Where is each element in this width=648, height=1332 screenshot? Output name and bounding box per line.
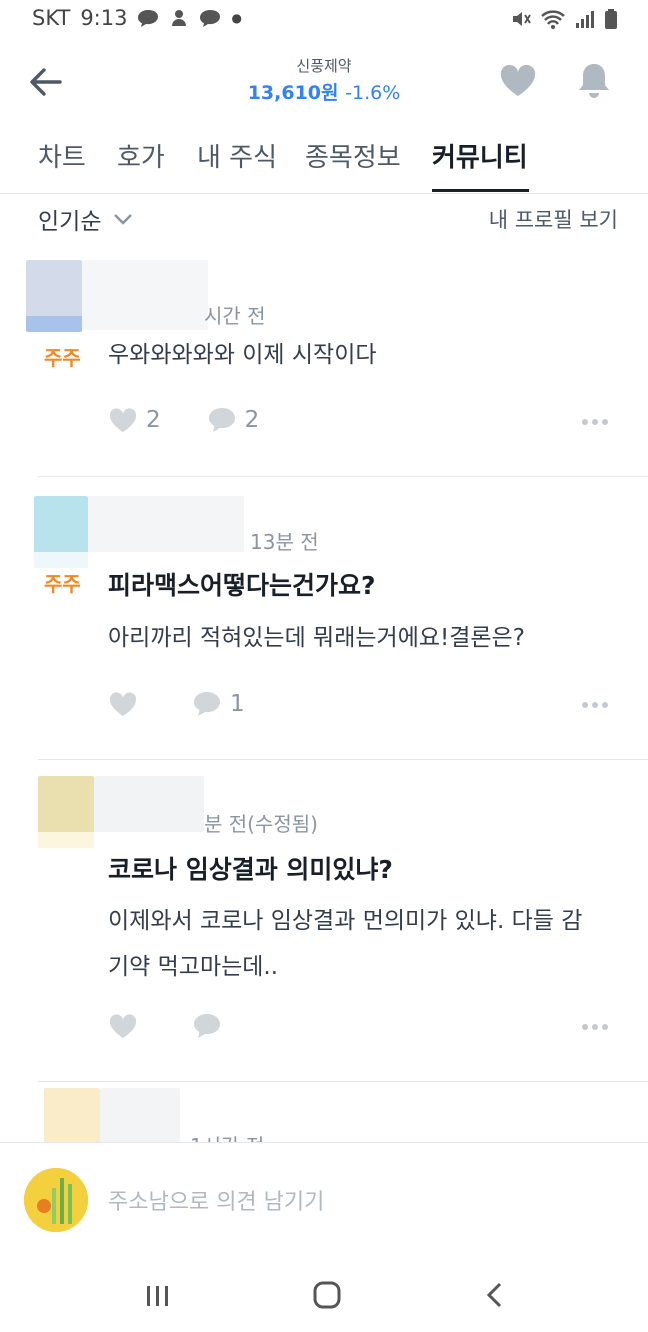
author-avatar [38, 776, 94, 848]
post-item[interactable]: 분 전(수정됨) 코로나 임상결과 의미있냐? 이제와서 코로나 임상결과 먼의… [0, 776, 648, 1082]
clock: 9:13 [80, 6, 128, 30]
heart-icon [109, 692, 137, 716]
heart-icon [500, 64, 536, 96]
post-divider [38, 1081, 648, 1082]
post-item[interactable]: 시간 전 주주 우와와와와와 이제 시작이다 2 2 [0, 258, 648, 477]
tab-chart[interactable]: 차트 [38, 137, 86, 174]
status-left: SKT 9:13 ● [32, 6, 242, 30]
post-actions: 2 2 [108, 406, 305, 434]
sort-dropdown[interactable]: 인기순 [38, 202, 133, 236]
wifi-icon [541, 10, 565, 29]
like-button[interactable] [108, 1012, 146, 1040]
post-item[interactable]: 13분 전 주주 피라맥스어떻다는건가요? 아리까리 적혀있는데 뭐래는거에요!… [0, 496, 648, 760]
tab-orderbook[interactable]: 호가 [117, 137, 165, 174]
mute-icon [513, 12, 531, 26]
tab-bar: 차트 호가 내 주식 종목정보 커뮤니티 [0, 125, 648, 194]
like-count: 2 [146, 407, 161, 433]
post-divider [38, 759, 648, 760]
home-icon[interactable] [312, 1280, 342, 1310]
bell-icon [579, 64, 609, 98]
comment-bubble-icon [208, 408, 235, 432]
active-tab-indicator [432, 189, 529, 192]
system-nav-bar [0, 1262, 648, 1332]
tab-community[interactable]: 커뮤니티 [432, 137, 528, 174]
stock-price-line: 13,610원 -1.6% [0, 78, 648, 105]
chevron-down-icon [114, 214, 133, 225]
post-body: 아리까리 적혀있는데 뭐래는거에요!결론은? [108, 625, 525, 651]
like-button[interactable] [108, 690, 146, 718]
post-title: 피라맥스어떻다는건가요? [108, 571, 376, 600]
my-avatar [24, 1168, 88, 1232]
heart-icon [109, 1014, 137, 1038]
author-avatar [34, 496, 88, 568]
comment-bubble-icon [194, 1014, 220, 1038]
favorite-button[interactable] [498, 62, 538, 102]
tab-my-stock[interactable]: 내 주식 [197, 137, 277, 174]
post-time: 시간 전 [204, 304, 266, 328]
tab-stock-info[interactable]: 종목정보 [305, 137, 401, 174]
author-name-blurred [82, 260, 208, 330]
author-name-blurred [94, 776, 204, 832]
heart-icon [109, 408, 137, 432]
notification-button[interactable] [574, 60, 614, 102]
battery-icon [605, 9, 617, 29]
comment-button[interactable] [192, 1012, 230, 1040]
status-right [510, 8, 618, 30]
holder-badge: 주주 [44, 346, 81, 370]
author-name-blurred [88, 496, 244, 552]
comment-button[interactable]: 1 [192, 690, 245, 718]
post-time: 13분 전 [250, 530, 319, 554]
comment-bubble-icon [194, 692, 220, 716]
chat-notification-icon-2 [200, 10, 221, 27]
comment-button[interactable]: 2 [207, 406, 260, 434]
more-options-icon[interactable] [582, 418, 608, 426]
view-profile-link[interactable]: 내 프로필 보기 [489, 204, 618, 234]
author-avatar [26, 260, 82, 332]
signal-icon [576, 11, 594, 28]
comment-input[interactable]: 주소남으로 의견 남기기 [108, 1184, 324, 1216]
chat-notification-icon [138, 10, 159, 27]
back-nav-icon[interactable] [482, 1280, 508, 1310]
stock-price: 13,610원 [247, 82, 339, 104]
post-item[interactable]: 1시간 전 [0, 1088, 648, 1142]
more-notifications-dot: ● [231, 11, 242, 25]
author-avatar [44, 1088, 100, 1142]
more-options-icon[interactable] [582, 1023, 608, 1031]
app-notification-icon [172, 10, 187, 26]
post-time: 분 전(수정됨) [204, 812, 318, 836]
status-bar: SKT 9:13 ● [0, 0, 648, 40]
post-actions [108, 1012, 276, 1040]
more-options-icon[interactable] [582, 701, 608, 709]
profile-avatar-image [24, 1168, 88, 1232]
sort-label: 인기순 [38, 209, 102, 235]
recent-apps-icon[interactable] [144, 1282, 172, 1310]
stock-change: -1.6% [345, 82, 401, 104]
like-button[interactable]: 2 [108, 406, 161, 434]
carrier-label: SKT [32, 6, 71, 30]
post-title: 코로나 임상결과 의미있냐? [108, 855, 393, 884]
post-divider [38, 476, 648, 477]
post-body: 우와와와와와 이제 시작이다 [108, 342, 377, 368]
post-body: 이제와서 코로나 임상결과 먼의미가 있냐. 다들 감기약 먹고마는데.. [108, 908, 583, 980]
comment-count: 1 [230, 691, 245, 717]
holder-badge: 주주 [44, 572, 81, 596]
stock-name: 신풍제약 [296, 57, 352, 75]
author-name-blurred [100, 1088, 180, 1142]
comment-count: 2 [244, 407, 260, 433]
post-actions: 1 [108, 690, 291, 718]
post-time: 1시간 전 [190, 1130, 264, 1142]
